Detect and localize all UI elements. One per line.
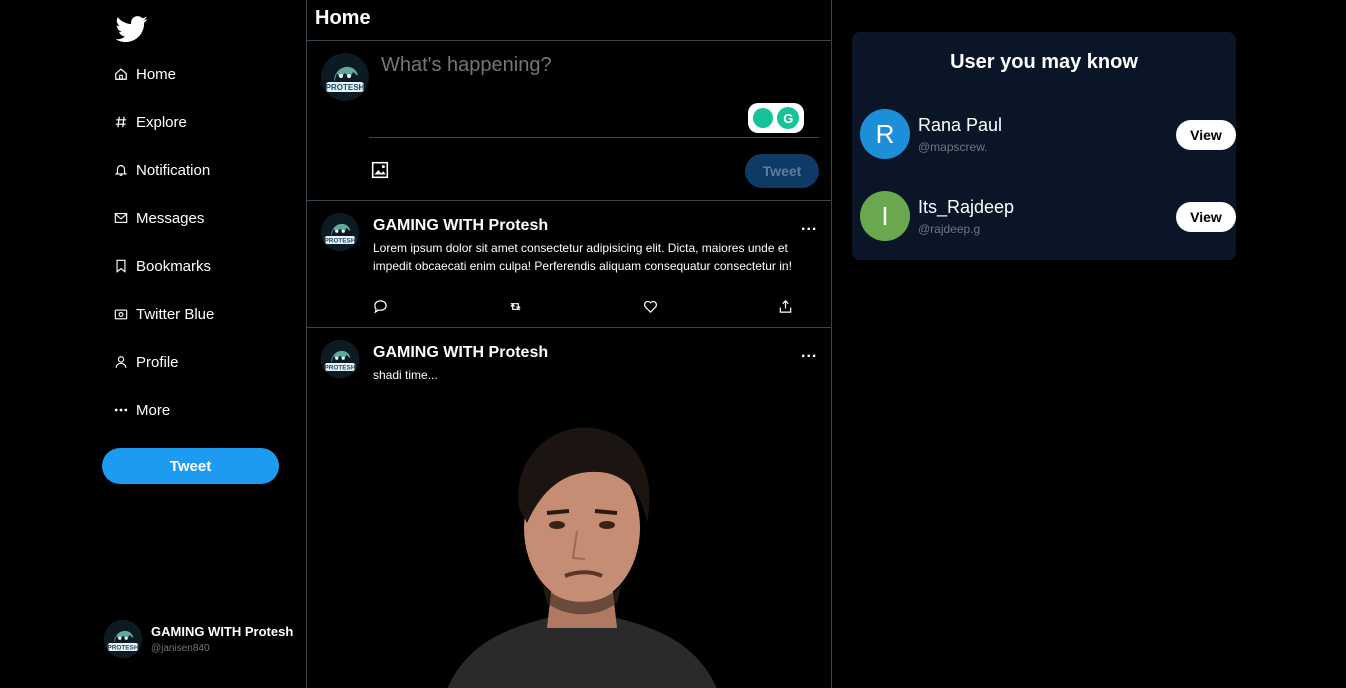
user-name: Its_Rajdeep [918, 197, 1015, 217]
avatar: PROTESH [320, 339, 360, 379]
tweet-actions [373, 299, 793, 319]
page-title: Home [315, 7, 371, 29]
sidebar-item-profile[interactable]: Profile [113, 350, 214, 374]
bulb-icon [752, 108, 773, 128]
image-upload-icon[interactable] [371, 161, 389, 179]
who-to-follow-card: User you may know R Rana Paul @mapscrew.… [852, 32, 1236, 260]
composer-tweet-button[interactable]: Tweet [745, 154, 819, 188]
user-name: Rana Paul [918, 115, 1003, 135]
account-switcher[interactable]: PROTESH GAMING WITH Protesh @janisen840 [103, 619, 293, 659]
app-root: Home Explore Notification Messages Bookm… [0, 0, 1346, 688]
sidebar-item-label: Bookmarks [136, 257, 212, 275]
more-options-icon[interactable]: ... [801, 217, 817, 235]
sidebar-item-bookmarks[interactable]: Bookmarks [113, 254, 214, 278]
like-icon[interactable] [643, 299, 658, 319]
mail-icon [113, 210, 129, 226]
sidebar-item-label: Messages [136, 209, 205, 227]
sidebar-item-explore[interactable]: Explore [113, 110, 214, 134]
sidebar-item-more[interactable]: More [113, 398, 214, 422]
tweet-photo[interactable] [427, 413, 737, 688]
sidebar-item-twitter-blue[interactable]: Twitter Blue [113, 302, 214, 326]
sidebar-item-label: Twitter Blue [136, 305, 215, 323]
share-icon[interactable] [778, 299, 793, 319]
view-button[interactable]: View [1176, 120, 1236, 150]
sidebar-item-messages[interactable]: Messages [113, 206, 214, 230]
avatar: R [860, 109, 910, 159]
sidebar-item-notification[interactable]: Notification [113, 158, 214, 182]
avatar: PROTESH [321, 53, 369, 101]
grammarly-icon: G [777, 107, 800, 129]
bookmark-icon [113, 258, 129, 274]
retweet-icon[interactable] [508, 299, 523, 319]
suggested-user[interactable]: R Rana Paul @mapscrew. View [860, 108, 1236, 160]
sidebar-item-label: Explore [136, 113, 187, 131]
home-icon [113, 66, 129, 82]
tweet-author[interactable]: GAMING WITH Protesh [373, 344, 548, 362]
hash-icon [113, 114, 129, 130]
svg-text:PROTESH: PROTESH [108, 644, 139, 651]
svg-text:PROTESH: PROTESH [325, 364, 356, 371]
svg-text:PROTESH: PROTESH [325, 237, 356, 244]
tweet-input[interactable] [381, 54, 801, 77]
suggestions-title: User you may know [950, 51, 1138, 73]
user-handle: @mapscrew. [918, 140, 988, 154]
tweet-composer: PROTESH G Tweet [307, 41, 831, 201]
account-handle: @janisen840 [151, 643, 210, 654]
more-options-icon[interactable]: ... [801, 344, 817, 362]
sidebar-item-label: More [136, 401, 171, 419]
sidebar-item-label: Home [136, 65, 177, 83]
avatar: PROTESH [320, 212, 360, 252]
suggested-user[interactable]: I Its_Rajdeep @rajdeep.g View [860, 190, 1236, 242]
sidebar-item-label: Notification [136, 161, 211, 179]
sidebar: Home Explore Notification Messages Bookm… [0, 0, 306, 688]
tweet-author[interactable]: GAMING WITH Protesh [373, 217, 548, 235]
sidebar-tweet-button[interactable]: Tweet [102, 448, 279, 484]
sidebar-nav: Home Explore Notification Messages Bookm… [113, 62, 214, 446]
sidebar-item-label: Profile [136, 353, 179, 371]
tweet-card[interactable]: PROTESH GAMING WITH Protesh ... shadi ti… [307, 328, 831, 688]
main-feed: Home PROTESH G Tweet [306, 0, 832, 688]
account-name: GAMING WITH Protesh [151, 624, 294, 639]
tweet-text: shadi time... [373, 368, 438, 382]
more-icon [113, 402, 129, 418]
view-button[interactable]: View [1176, 202, 1236, 232]
tweet-text: Lorem ipsum dolor sit amet consectetur a… [373, 241, 792, 273]
twitter-blue-icon [113, 306, 129, 322]
grammarly-widget[interactable]: G [748, 103, 804, 133]
account-info: GAMING WITH Protesh @janisen840 [151, 624, 293, 654]
bell-icon [113, 162, 129, 178]
divider [369, 137, 819, 138]
sidebar-item-home[interactable]: Home [113, 62, 214, 86]
svg-text:PROTESH: PROTESH [326, 83, 365, 92]
feed-header: Home [307, 0, 831, 41]
twitter-logo-icon[interactable] [114, 13, 150, 45]
reply-icon[interactable] [373, 299, 388, 319]
avatar: I [860, 191, 910, 241]
user-icon [113, 354, 129, 370]
user-handle: @rajdeep.g [918, 222, 981, 236]
avatar: PROTESH [103, 619, 143, 659]
tweet-card[interactable]: PROTESH GAMING WITH Protesh ... Lorem ip… [307, 201, 831, 328]
